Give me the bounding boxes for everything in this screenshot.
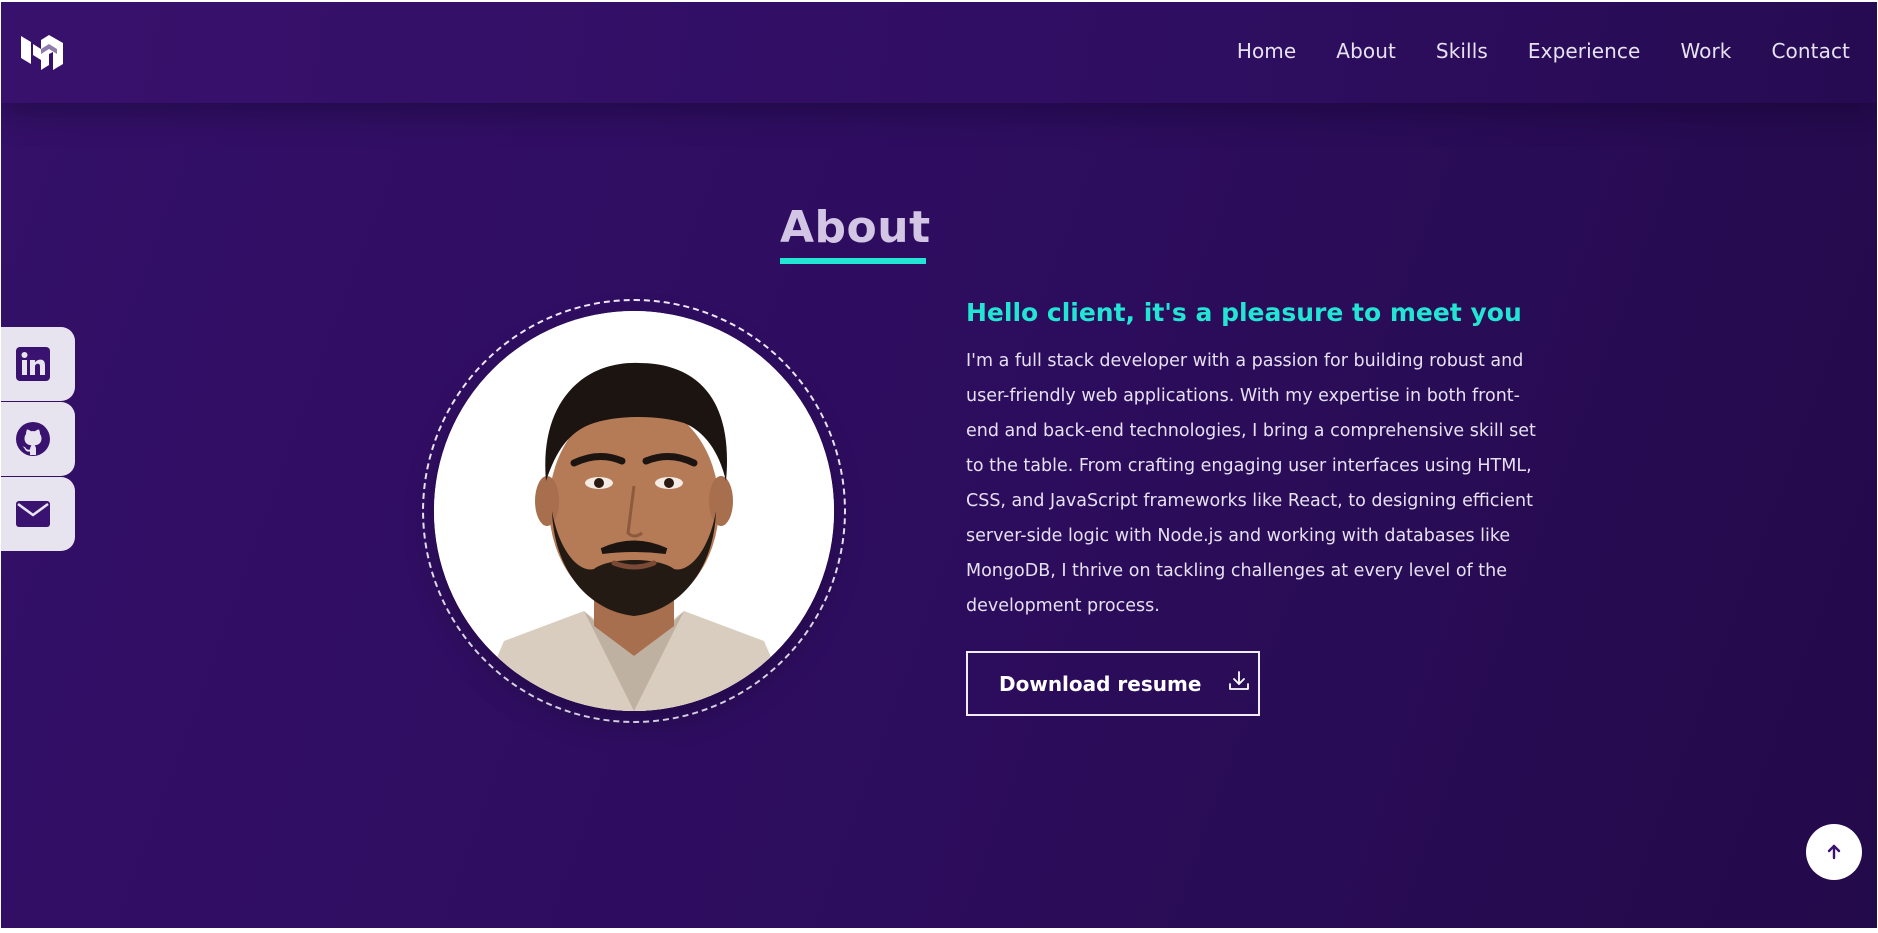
- title-underline: [780, 258, 926, 264]
- bio-line: development process.: [966, 596, 1160, 616]
- bio-paragraph: I'm a full stack developer with a passio…: [966, 344, 1546, 624]
- greeting-heading: Hello client, it's a pleasure to meet yo…: [966, 298, 1522, 327]
- github-icon: [16, 422, 50, 456]
- scroll-to-top-button[interactable]: [1806, 824, 1862, 880]
- nav-link-skills[interactable]: Skills: [1436, 39, 1488, 63]
- nav-link-about[interactable]: About: [1336, 39, 1396, 63]
- arrow-up-icon: [1827, 844, 1841, 860]
- linkedin-icon: [16, 347, 50, 381]
- email-link[interactable]: [1, 477, 75, 551]
- nav-link-experience[interactable]: Experience: [1528, 39, 1641, 63]
- download-resume-label: Download resume: [999, 671, 1202, 696]
- nav-link-home[interactable]: Home: [1237, 39, 1296, 63]
- bio-line: CSS, and JavaScript frameworks like Reac…: [966, 491, 1533, 511]
- section-title: About: [780, 202, 931, 253]
- download-resume-button[interactable]: Download resume: [966, 651, 1260, 716]
- profile-photo: [434, 311, 834, 711]
- logo-icon[interactable]: [19, 30, 65, 76]
- github-link[interactable]: [1, 402, 75, 476]
- page-frame: Home About Skills Experience Work Contac…: [1, 2, 1877, 928]
- mail-icon: [16, 501, 50, 527]
- bio-line: user-friendly web applications. With my …: [966, 386, 1520, 406]
- main-nav: Home About Skills Experience Work Contac…: [1237, 39, 1850, 63]
- bio-line: MongoDB, I thrive on tackling challenges…: [966, 561, 1507, 581]
- download-icon: [1227, 669, 1251, 698]
- bio-line: server-side logic with Node.js and worki…: [966, 526, 1511, 546]
- linkedin-link[interactable]: [1, 327, 75, 401]
- nav-link-contact[interactable]: Contact: [1771, 39, 1850, 63]
- bio-line: to the table. From crafting engaging use…: [966, 456, 1532, 476]
- bio-line: end and back-end technologies, I bring a…: [966, 421, 1536, 441]
- nav-link-work[interactable]: Work: [1680, 39, 1731, 63]
- site-header: Home About Skills Experience Work Contac…: [1, 2, 1877, 103]
- social-sidebar: [1, 327, 75, 552]
- bio-line: I'm a full stack developer with a passio…: [966, 351, 1524, 371]
